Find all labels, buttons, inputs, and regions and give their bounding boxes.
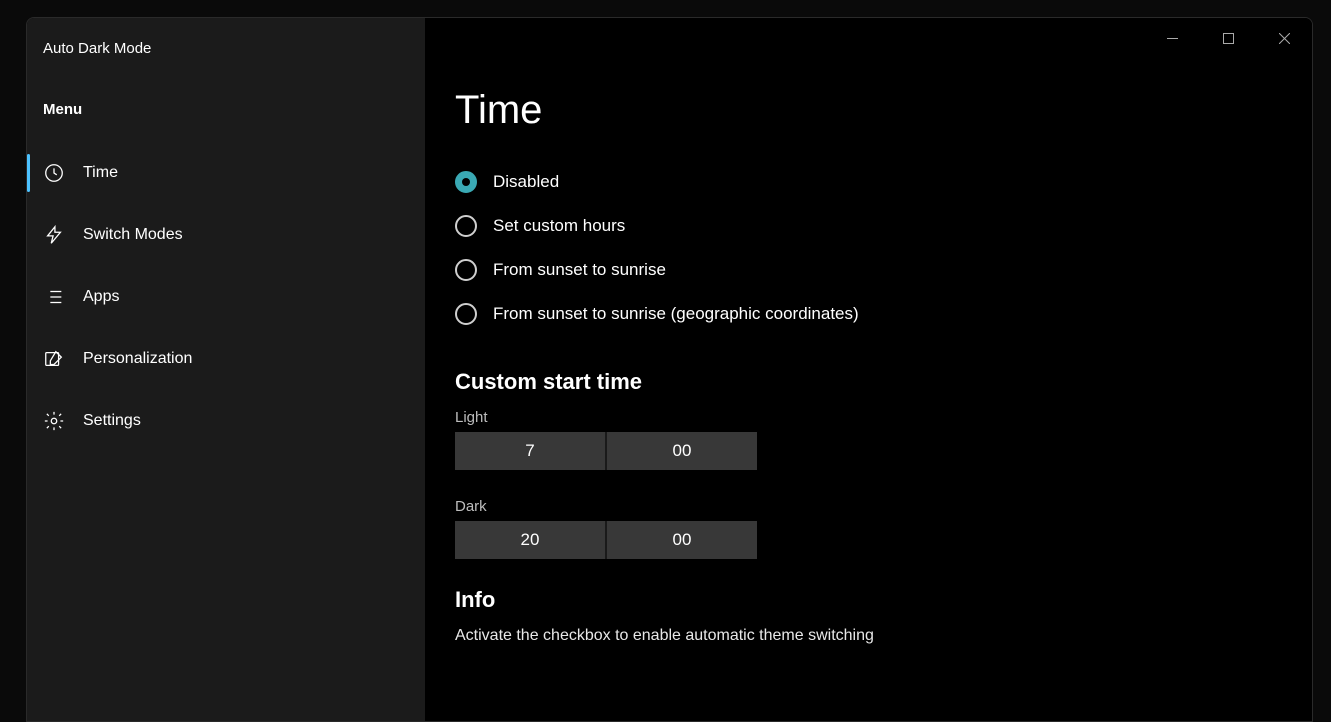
titlebar-buttons: [1144, 18, 1312, 58]
nav-list: Time Switch Modes Apps Personalization: [27, 142, 425, 452]
app-window: Auto Dark Mode Menu Time Switch Modes Ap…: [26, 17, 1313, 722]
info-heading: Info: [455, 587, 1282, 613]
nav-item-switch-modes[interactable]: Switch Modes: [27, 204, 425, 266]
dark-label: Dark: [455, 498, 1282, 515]
nav-item-settings[interactable]: Settings: [27, 390, 425, 452]
menu-heading: Menu: [27, 77, 425, 142]
radio-indicator: [455, 171, 477, 193]
page-title: Time: [455, 88, 1282, 133]
dark-time-picker: 20 00: [455, 521, 757, 559]
list-icon: [43, 286, 65, 308]
radio-label: From sunset to sunrise (geographic coord…: [493, 304, 859, 324]
radio-label: Set custom hours: [493, 216, 625, 236]
radio-label: From sunset to sunrise: [493, 260, 666, 280]
light-label: Light: [455, 409, 1282, 426]
radio-custom-hours[interactable]: Set custom hours: [455, 215, 1282, 237]
radio-sunset-sunrise-geo[interactable]: From sunset to sunrise (geographic coord…: [455, 303, 1282, 325]
sidebar: Auto Dark Mode Menu Time Switch Modes Ap…: [27, 18, 425, 721]
nav-item-label: Switch Modes: [83, 226, 183, 244]
nav-item-label: Time: [83, 164, 118, 182]
clock-icon: [43, 162, 65, 184]
nav-item-apps[interactable]: Apps: [27, 266, 425, 328]
nav-item-label: Apps: [83, 288, 119, 306]
close-button[interactable]: [1256, 18, 1312, 58]
radio-disabled[interactable]: Disabled: [455, 171, 1282, 193]
radio-label: Disabled: [493, 172, 559, 192]
edit-icon: [43, 348, 65, 370]
light-hour-input[interactable]: 7: [455, 432, 605, 470]
custom-start-heading: Custom start time: [455, 369, 1282, 395]
nav-item-label: Personalization: [83, 350, 192, 368]
main-content: Time Disabled Set custom hours From suns…: [425, 18, 1312, 721]
radio-indicator: [455, 303, 477, 325]
dark-minute-input[interactable]: 00: [605, 521, 757, 559]
app-title: Auto Dark Mode: [27, 26, 425, 77]
nav-item-personalization[interactable]: Personalization: [27, 328, 425, 390]
info-text: Activate the checkbox to enable automati…: [455, 627, 1282, 645]
minimize-button[interactable]: [1144, 18, 1200, 58]
radio-indicator: [455, 215, 477, 237]
lightning-icon: [43, 224, 65, 246]
gear-icon: [43, 410, 65, 432]
mode-radio-group: Disabled Set custom hours From sunset to…: [455, 171, 1282, 325]
maximize-button[interactable]: [1200, 18, 1256, 58]
dark-hour-input[interactable]: 20: [455, 521, 605, 559]
nav-item-time[interactable]: Time: [27, 142, 425, 204]
light-time-picker: 7 00: [455, 432, 757, 470]
radio-sunset-sunrise[interactable]: From sunset to sunrise: [455, 259, 1282, 281]
light-minute-input[interactable]: 00: [605, 432, 757, 470]
nav-item-label: Settings: [83, 412, 141, 430]
radio-indicator: [455, 259, 477, 281]
